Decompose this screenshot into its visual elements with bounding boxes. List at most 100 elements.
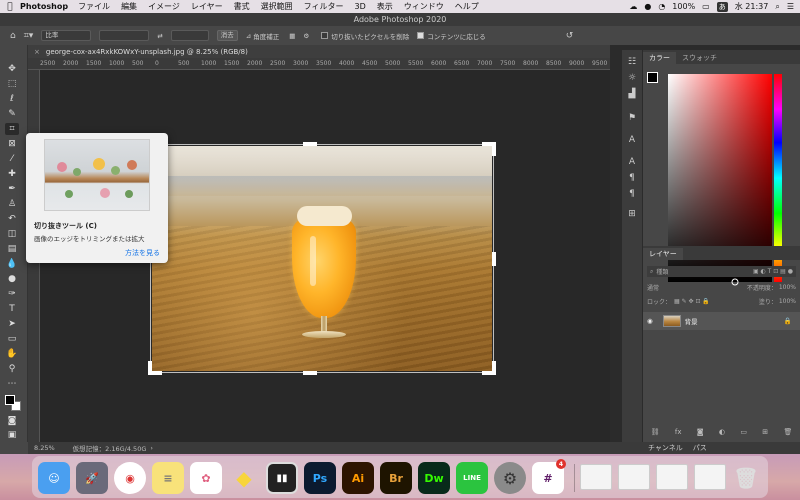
tab-paths[interactable]: パス [688,443,712,453]
trash-icon[interactable]: 🗑 [783,428,792,436]
blend-mode-select[interactable]: 通常 [647,283,659,292]
levels-icon[interactable]: ▟ [626,88,638,100]
new-layer-icon[interactable]: ⊞ [762,428,768,436]
pen-tool-icon[interactable]: ✑ [5,288,19,300]
close-icon[interactable]: × [34,48,40,56]
eyedropper-tool-icon[interactable]: ⁄ [5,153,19,165]
frame-tool-icon[interactable]: ⊠ [5,138,19,150]
dock-window-thumbnail[interactable] [580,464,612,490]
clock[interactable]: 水 21:37 [735,1,769,12]
color-swatches[interactable] [5,395,23,413]
delete-cropped-checkbox[interactable]: 切り抜いたピクセルを削除 [321,31,409,41]
app-menu[interactable]: Photoshop [20,2,68,11]
zoom-tool-icon[interactable]: ⚲ [5,363,19,375]
layer-name[interactable]: 背景 [685,316,698,326]
tab-channels[interactable]: チャンネル [643,443,688,453]
paragraph-styles-icon[interactable]: A [626,134,638,146]
group-icon[interactable]: ▭ [740,428,747,436]
menu-file[interactable]: ファイル [78,1,110,12]
brush-tool-icon[interactable]: ✒ [5,183,19,195]
menu-edit[interactable]: 編集 [121,1,137,12]
crop-handle-top-right[interactable] [492,142,496,156]
adjustments-icon[interactable]: ☼ [626,72,638,84]
cyberduck-icon[interactable]: ◆ [228,462,260,494]
screen-mode-icon[interactable]: ▣ [5,429,19,441]
character-icon[interactable]: A [626,156,638,168]
opacity-value[interactable]: 100% [779,284,796,291]
document-tab[interactable]: × george-cox-ax4RxkKOWxY-unsplash.jpg @ … [28,45,610,58]
line-icon[interactable]: LINE [456,462,488,494]
tab-color[interactable]: カラー [643,52,676,64]
swap-icon[interactable]: ⇄ [157,32,162,40]
height-field[interactable] [170,30,209,41]
dock-window-thumbnail[interactable] [694,464,726,490]
path-select-tool-icon[interactable]: ➤ [5,318,19,330]
fx-icon[interactable]: fx [675,428,682,436]
gradient-tool-icon[interactable]: ▤ [5,243,19,255]
wifi-icon[interactable]: ◔ [658,2,665,11]
marquee-tool-icon[interactable]: ⬚ [5,78,19,90]
zoom-level[interactable]: 8.25% [34,444,55,452]
tab-layers[interactable]: レイヤー [643,248,683,260]
system-preferences-icon[interactable]: ⚙ [494,462,526,494]
history-brush-tool-icon[interactable]: ↶ [5,213,19,225]
memory-info[interactable]: 仮想記憶：2.16G/4.50G [73,443,147,453]
crop-handle-top[interactable] [303,142,317,146]
crop-preset-icon[interactable]: ⌗▾ [24,31,34,41]
ratio-select[interactable]: 比率 [41,30,92,41]
menu-filter[interactable]: フィルター [304,1,344,12]
menu-type[interactable]: 書式 [234,1,250,12]
menu-window[interactable]: ウィンドウ [404,1,444,12]
apple-icon[interactable]:  [0,2,20,12]
photos-icon[interactable]: ✿ [190,462,222,494]
stamp-tool-icon[interactable]: ♙ [5,198,19,210]
settings-gear-icon[interactable]: ⚙ [303,32,309,40]
slack-icon[interactable]: # 4 [532,459,566,494]
menu-image[interactable]: イメージ [148,1,180,12]
clear-button[interactable]: 消去 [216,30,238,41]
content-aware-checkbox[interactable]: コンテンツに応じる [417,31,486,41]
dock-window-thumbnail[interactable] [618,464,650,490]
properties-icon[interactable]: ⊞ [626,208,638,220]
chrome-icon[interactable]: ◉ [114,462,146,494]
document-image[interactable] [152,146,492,371]
menu-3d[interactable]: 3D [355,2,366,11]
link-layers-icon[interactable]: ⛓ [651,428,660,436]
learn-how-link[interactable]: 方法を見る [125,248,160,258]
glyphs-icon[interactable]: ¶ [626,188,638,200]
menu-select[interactable]: 選択範囲 [261,1,293,12]
straighten-icon[interactable]: ⊿ [246,32,251,40]
blur-tool-icon[interactable]: 💧 [5,258,19,270]
battery-icon[interactable]: ▭ [702,2,710,11]
reset-icon[interactable]: ↺ [566,31,574,41]
status-chevron-icon[interactable]: › [150,444,153,452]
overlay-icon[interactable]: ▦ [289,32,295,40]
crop-handle-bottom-left[interactable] [148,361,152,375]
quick-mask-icon[interactable]: ◙ [5,415,19,427]
cloud-icon[interactable]: ☁ [629,2,637,11]
illustrator-icon[interactable]: Ai [342,462,374,494]
lock-icon[interactable]: ● [644,2,651,11]
crop-handle-bottom[interactable] [303,371,317,375]
crop-tool-icon[interactable]: ⌗ [5,123,19,135]
move-tool-icon[interactable]: ✥ [5,63,19,75]
search-icon[interactable]: ⌕ [775,2,779,12]
foreground-color[interactable] [647,72,658,83]
paragraph-icon[interactable]: ¶ [626,172,638,184]
quick-select-tool-icon[interactable]: ✎ [5,108,19,120]
libraries-icon[interactable]: ⚑ [626,112,638,124]
straighten-label[interactable]: 角度補正 [253,31,279,41]
menu-help[interactable]: ヘルプ [455,1,479,12]
color-fg-bg[interactable] [647,72,667,92]
dock-window-thumbnail[interactable] [656,464,688,490]
dreamweaver-icon[interactable]: Dw [418,462,450,494]
menu-layer[interactable]: レイヤー [191,1,223,12]
mask-icon[interactable]: ◙ [697,428,704,436]
photoshop-icon[interactable]: Ps [304,462,336,494]
layer-filter-kind[interactable]: 種類 [656,267,668,276]
layer-row-background[interactable]: ◉ 背景 🔒 [643,312,800,330]
visibility-eye-icon[interactable]: ◉ [647,317,653,325]
home-icon[interactable]: ⌂ [10,31,16,41]
tab-swatches[interactable]: スウォッチ [676,52,723,64]
notes-icon[interactable]: ≡ [152,462,184,494]
